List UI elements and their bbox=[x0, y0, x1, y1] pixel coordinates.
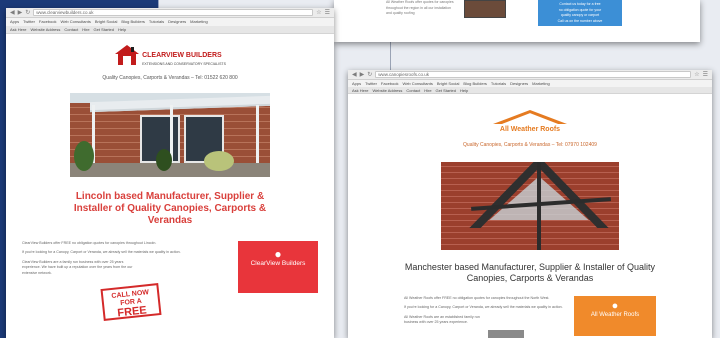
browser-window-clearview: ◀ ▶ ↻ www.clearviewbuilders.co.uk ☆ ☰ Ap… bbox=[6, 8, 334, 338]
text-line: All Weather Roofs offer quotes for canop… bbox=[386, 0, 454, 4]
bookmark-item[interactable]: Marketing bbox=[190, 19, 208, 25]
menu-icon[interactable]: ☰ bbox=[325, 10, 330, 16]
bookmarks-bar: Apps Twitter Facebook Web Consultants Br… bbox=[348, 80, 712, 87]
toolbar-item[interactable]: Website Address bbox=[30, 27, 60, 32]
address-bar: ◀ ▶ ↻ www.clearviewbuilders.co.uk ☆ ☰ bbox=[6, 8, 334, 18]
site-logo[interactable]: All Weather Roofs bbox=[348, 110, 712, 133]
toolbar-item[interactable]: Hire bbox=[424, 88, 431, 93]
clearview-cta-button[interactable]: ● ClearView Builders bbox=[238, 241, 318, 293]
browser-window-top: All Weather Roofs offer quotes for canop… bbox=[334, 0, 700, 42]
bookmarks-bar: Apps Twitter Facebook Web Consultants Br… bbox=[6, 18, 334, 26]
toolbar-item[interactable]: Get Started bbox=[436, 88, 456, 93]
reload-icon[interactable]: ↻ bbox=[25, 10, 30, 16]
bookmark-item[interactable]: Web Consultants bbox=[402, 81, 432, 86]
free-quote-sticker[interactable]: CALL NOW FOR A FREE bbox=[100, 283, 162, 321]
address-bar: ◀ ▶ ↻ www.canopiesroofs.co.uk ☆ ☰ bbox=[348, 70, 712, 80]
body-text: All Weather Roofs offer FREE no obligati… bbox=[404, 296, 564, 338]
tagline: Quality Canopies, Carports & Verandas – … bbox=[102, 75, 238, 81]
toolbar-item[interactable]: Ask Here bbox=[10, 27, 26, 32]
bookmark-item[interactable]: Bright Social bbox=[437, 81, 459, 86]
cta-label: All Weather Roofs bbox=[590, 311, 640, 318]
toolbar-item[interactable]: Help bbox=[460, 88, 468, 93]
bookmark-item[interactable]: Apps bbox=[352, 81, 361, 86]
star-icon[interactable]: ☆ bbox=[316, 10, 321, 16]
body-paragraph: ClearView Builders offer FREE no obligat… bbox=[22, 241, 157, 245]
contact-box[interactable]: Contact us today for a free no obligatio… bbox=[538, 0, 622, 26]
star-icon[interactable]: ☆ bbox=[694, 72, 699, 78]
bookmark-item[interactable]: Blog Builders bbox=[463, 81, 487, 86]
tagline: Quality Canopies, Carports & Verandas – … bbox=[463, 142, 597, 149]
body-paragraph: If you're looking for a Canopy, Carport … bbox=[22, 250, 181, 255]
bookmark-item[interactable]: Bright Social bbox=[95, 19, 117, 25]
allweather-cta-button[interactable]: ● All Weather Roofs bbox=[574, 295, 656, 336]
bookmark-item[interactable]: Web Consultants bbox=[60, 19, 90, 25]
text-column: All Weather Roofs offer quotes for canop… bbox=[386, 0, 456, 17]
bookmark-item[interactable]: Facebook bbox=[381, 81, 399, 86]
contact-line: Call us on the number above bbox=[557, 18, 603, 23]
body-paragraph: All Weather Roofs offer FREE no obligati… bbox=[404, 295, 550, 300]
toolbar-item[interactable]: Get Started bbox=[94, 27, 114, 32]
person-icon: ● bbox=[274, 247, 282, 261]
forward-icon[interactable]: ▶ bbox=[18, 10, 23, 16]
bookmark-item[interactable]: Designers bbox=[168, 19, 186, 25]
body-paragraph: All Weather Roofs are an established fam… bbox=[404, 314, 480, 325]
text-line: and quality roofing bbox=[386, 11, 415, 16]
body-paragraph: If you're looking for a Canopy, Carport … bbox=[404, 305, 563, 310]
body-paragraph: ClearView Builders are a family run busi… bbox=[22, 259, 133, 275]
page-heading: Lincoln based Manufacturer, Supplier & I… bbox=[73, 191, 267, 226]
hero-photo bbox=[70, 93, 270, 177]
browser-window-allweather: ◀ ▶ ↻ www.canopiesroofs.co.uk ☆ ☰ Apps T… bbox=[348, 70, 712, 338]
bookmark-item[interactable]: Facebook bbox=[39, 19, 57, 25]
site-logo[interactable]: CLEARVIEW BUILDERS EXTENSIONS AND CONSER… bbox=[6, 44, 334, 66]
bookmark-item[interactable]: Designers bbox=[510, 81, 528, 86]
bookmark-item[interactable]: Tutorials bbox=[149, 19, 164, 25]
toolbar: Ask Here Website Address Contact Hire Ge… bbox=[348, 87, 712, 94]
url-input[interactable]: www.canopiesroofs.co.uk bbox=[375, 71, 692, 78]
url-input[interactable]: www.clearviewbuilders.co.uk bbox=[33, 9, 314, 16]
forward-icon[interactable]: ▶ bbox=[360, 72, 365, 78]
body-text: ClearView Builders offer FREE no obligat… bbox=[22, 241, 228, 321]
reload-icon[interactable]: ↻ bbox=[367, 72, 372, 78]
page-heading: Manchester based Manufacturer, Supplier … bbox=[404, 262, 656, 284]
toolbar-item[interactable]: Hire bbox=[82, 27, 89, 32]
back-icon[interactable]: ◀ bbox=[10, 10, 15, 16]
bookmark-item[interactable]: Twitter bbox=[365, 81, 377, 86]
logo-subtitle: EXTENSIONS AND CONSERVATORY SPECIALISTS bbox=[142, 62, 226, 66]
bookmark-item[interactable]: Marketing bbox=[532, 81, 550, 86]
bookmark-item[interactable]: Apps bbox=[10, 19, 19, 25]
bookmark-item[interactable]: Tutorials bbox=[491, 81, 506, 86]
bookmark-item[interactable]: Blog Builders bbox=[121, 19, 145, 25]
menu-icon[interactable]: ☰ bbox=[703, 72, 708, 78]
hero-photo bbox=[441, 162, 619, 251]
back-icon[interactable]: ◀ bbox=[352, 72, 357, 78]
bookmark-item[interactable]: Twitter bbox=[23, 19, 35, 25]
thumbnail-image bbox=[488, 329, 524, 338]
thumbnail-image bbox=[464, 0, 506, 18]
logo-title: CLEARVIEW BUILDERS bbox=[142, 52, 222, 59]
cta-label: ClearView Builders bbox=[250, 260, 306, 267]
house-logo-icon bbox=[115, 45, 140, 65]
toolbar-item[interactable]: Website Address bbox=[372, 88, 402, 93]
toolbar-item[interactable]: Ask Here bbox=[352, 88, 368, 93]
toolbar-item[interactable]: Contact bbox=[406, 88, 420, 93]
toolbar-item[interactable]: Help bbox=[118, 27, 126, 32]
toolbar: Ask Here Website Address Contact Hire Ge… bbox=[6, 26, 334, 34]
connector-line bbox=[390, 40, 391, 70]
toolbar-item[interactable]: Contact bbox=[64, 27, 78, 32]
roof-logo-icon bbox=[493, 110, 567, 132]
person-icon: ● bbox=[611, 299, 619, 312]
